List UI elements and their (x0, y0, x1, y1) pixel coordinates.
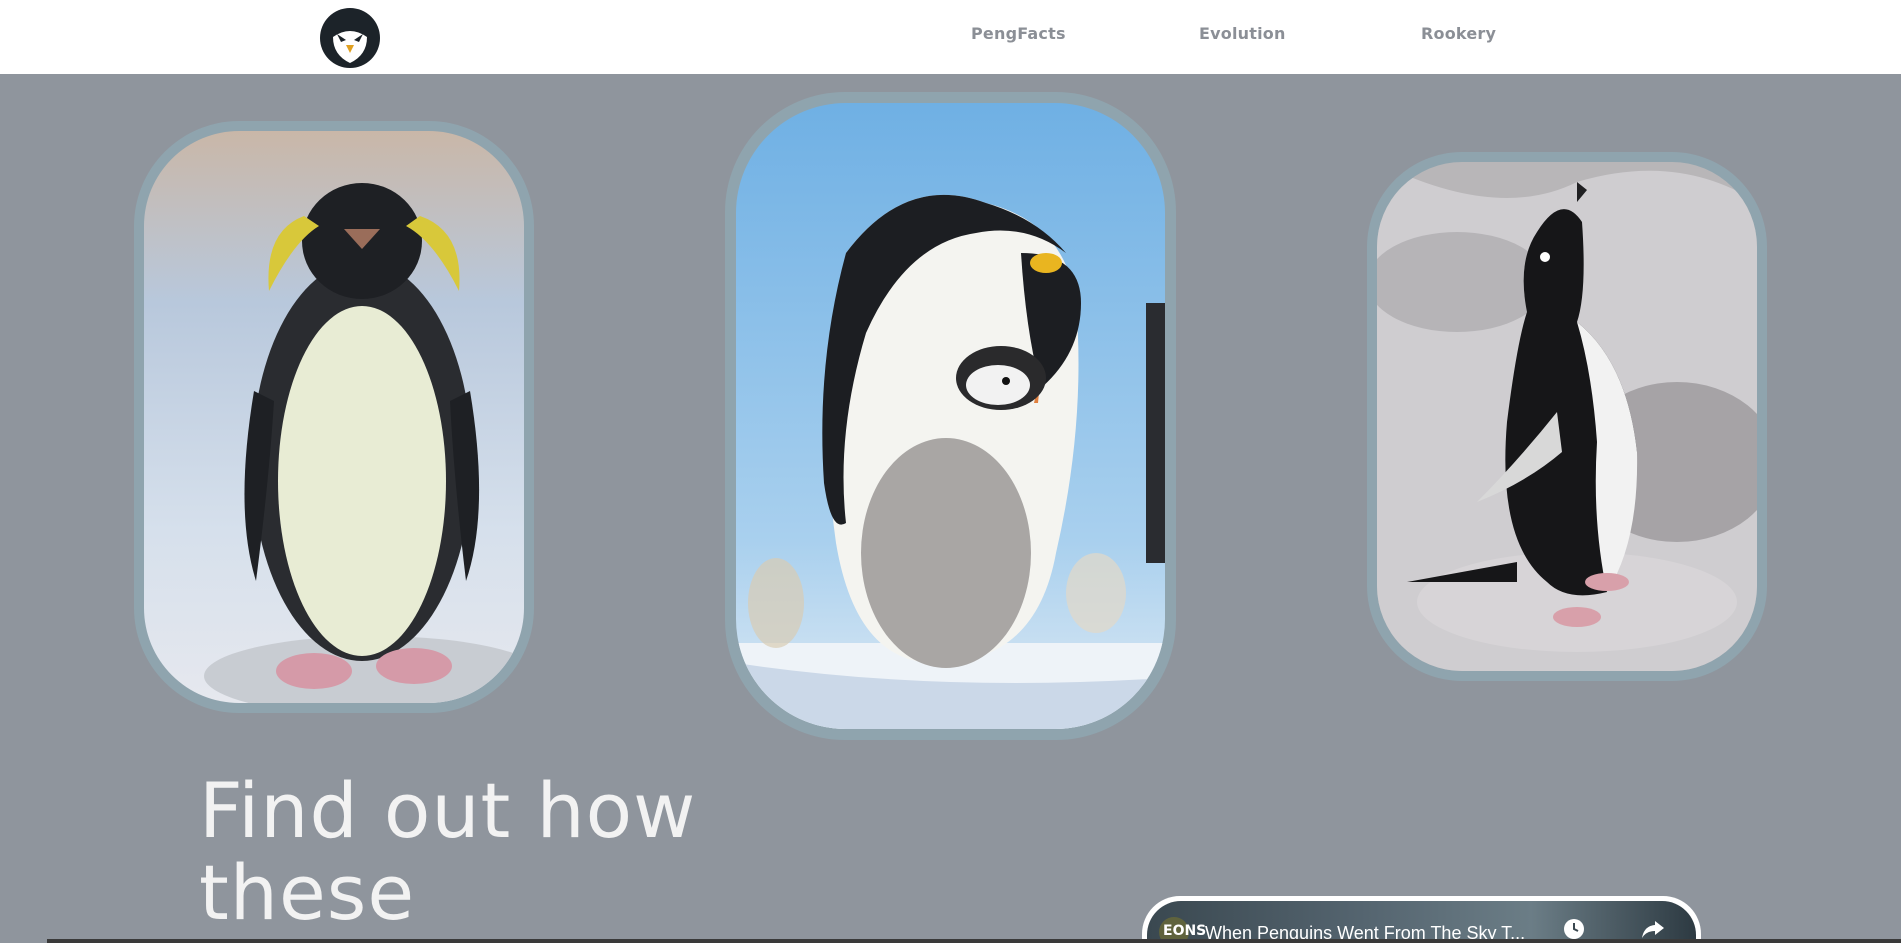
channel-name[interactable]: EONS (1163, 923, 1206, 939)
share-icon[interactable] (1640, 917, 1666, 941)
hero-heading: Find out how these (199, 770, 799, 934)
adelie-penguin-photo (1377, 162, 1757, 671)
embedded-video-player[interactable]: EONS When Penguins Went From The Sky T..… (1142, 896, 1701, 943)
scrollbar-track (47, 939, 1901, 943)
hero-heading-line2: these (199, 848, 416, 937)
emperor-penguin-and-chick-photo (736, 103, 1165, 729)
adelie-penguin-frame (1367, 152, 1767, 681)
rockhopper-penguin-photo (144, 131, 524, 703)
nav-link-evolution[interactable]: Evolution (1199, 24, 1286, 43)
video-thumbnail[interactable]: EONS When Penguins Went From The Sky T..… (1147, 901, 1696, 943)
nav-link-rookery[interactable]: Rookery (1421, 24, 1496, 43)
clock-icon[interactable] (1562, 917, 1586, 941)
hero-heading-line1: Find out how (199, 766, 697, 855)
nav-link-pengfacts[interactable]: PengFacts (971, 24, 1066, 43)
penguin-logo-icon[interactable] (319, 7, 381, 69)
site-header: PengFacts Evolution Rookery (0, 0, 1901, 74)
emperor-penguin-frame (725, 92, 1176, 740)
rockhopper-penguin-frame (134, 121, 534, 713)
